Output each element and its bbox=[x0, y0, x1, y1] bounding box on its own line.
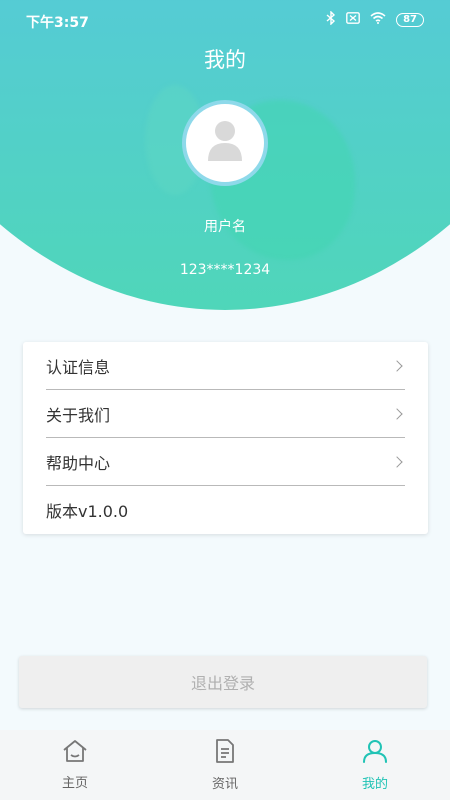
status-icons: 87 bbox=[326, 10, 424, 29]
no-sim-icon bbox=[346, 12, 360, 28]
menu-item-about[interactable]: 关于我们 bbox=[46, 390, 405, 438]
chevron-right-icon bbox=[391, 407, 403, 420]
tab-home[interactable]: 主页 bbox=[0, 730, 150, 800]
menu-item-label: 帮助中心 bbox=[46, 453, 111, 473]
battery-icon: 87 bbox=[396, 13, 424, 27]
tab-news[interactable]: 资讯 bbox=[150, 730, 300, 800]
bottom-tab-bar: 主页 资讯 我的 bbox=[0, 730, 450, 800]
profile-icon bbox=[362, 738, 388, 768]
avatar[interactable] bbox=[182, 100, 268, 186]
tab-profile-label: 我的 bbox=[361, 777, 388, 792]
menu-item-certification[interactable]: 认证信息 bbox=[46, 342, 405, 390]
chevron-right-icon bbox=[391, 455, 403, 468]
tab-home-label: 主页 bbox=[61, 776, 88, 791]
wifi-icon bbox=[370, 12, 386, 28]
menu-item-label: 关于我们 bbox=[46, 405, 111, 425]
menu-item-help[interactable]: 帮助中心 bbox=[46, 438, 405, 486]
bluetooth-icon bbox=[326, 10, 336, 29]
logout-button[interactable]: 退出登录 bbox=[19, 656, 427, 708]
phone-number: 123****1234 bbox=[179, 262, 271, 278]
home-icon bbox=[62, 739, 88, 767]
page-title: 我的 bbox=[204, 48, 246, 72]
status-bar: 下午3:57 87 bbox=[0, 0, 450, 40]
tab-profile[interactable]: 我的 bbox=[300, 730, 450, 800]
chevron-right-icon bbox=[391, 359, 403, 372]
news-icon bbox=[213, 738, 237, 768]
menu-item-label: 认证信息 bbox=[46, 357, 111, 377]
version-label: 版本v1.0.0 bbox=[46, 502, 129, 521]
username: 用户名 bbox=[204, 219, 246, 235]
status-time: 下午3:57 bbox=[26, 15, 89, 31]
tab-news-label: 资讯 bbox=[211, 777, 238, 792]
menu-item-version: 版本v1.0.0 bbox=[46, 486, 405, 534]
menu-card: 认证信息 关于我们 帮助中心 版本v1.0.0 bbox=[23, 342, 428, 534]
user-placeholder-icon bbox=[207, 119, 243, 167]
